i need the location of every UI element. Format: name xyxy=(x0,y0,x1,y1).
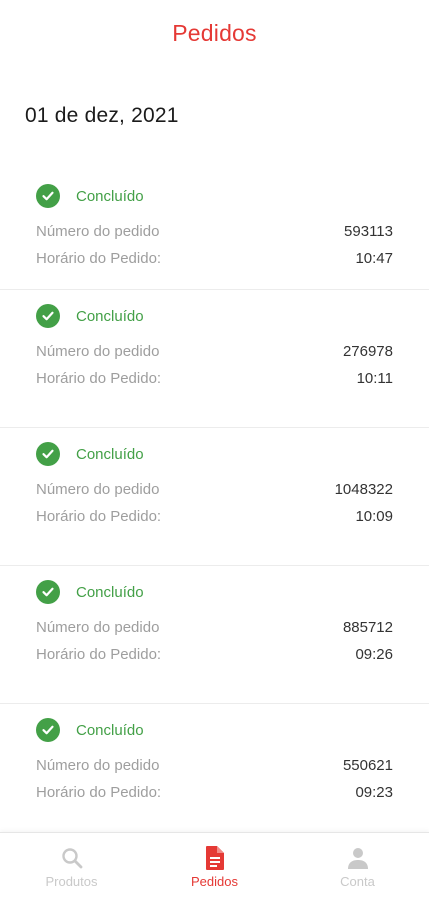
status-row: Concluído xyxy=(36,578,393,606)
status-label: Concluído xyxy=(76,583,144,601)
nav-item-pedidos[interactable]: Pedidos xyxy=(143,833,286,900)
order-number-label: Número do pedido xyxy=(36,481,160,498)
order-time-label: Horário do Pedido: xyxy=(36,646,162,663)
check-circle-icon xyxy=(36,580,60,604)
order-time-row: Horário do Pedido: 10:11 xyxy=(36,365,393,392)
person-icon xyxy=(346,845,370,871)
nav-label: Produtos xyxy=(45,874,98,889)
order-card[interactable]: Concluído Número do pedido 593113 Horári… xyxy=(0,174,429,290)
order-time-value: 10:11 xyxy=(356,370,393,387)
status-row: Concluído xyxy=(36,440,393,468)
date-heading: 01 de dez, 2021 xyxy=(25,104,179,127)
check-circle-icon xyxy=(36,718,60,742)
order-number-row: Número do pedido 276978 xyxy=(36,338,393,365)
orders-list: Concluído Número do pedido 593113 Horári… xyxy=(0,174,429,842)
order-number-row: Número do pedido 593113 xyxy=(36,218,393,245)
order-number-row: Número do pedido 1048322 xyxy=(36,476,393,503)
status-row: Concluído xyxy=(36,182,393,210)
bottom-nav: Produtos Pedidos Conta xyxy=(0,832,429,900)
order-time-row: Horário do Pedido: 09:26 xyxy=(36,641,393,668)
order-time-row: Horário do Pedido: 10:47 xyxy=(36,245,393,272)
order-time-row: Horário do Pedido: 10:09 xyxy=(36,503,393,530)
order-time-value: 10:47 xyxy=(355,250,393,267)
order-number-value: 276978 xyxy=(342,343,393,360)
status-label: Concluído xyxy=(76,307,144,325)
status-label: Concluído xyxy=(76,187,144,205)
order-time-label: Horário do Pedido: xyxy=(36,250,162,267)
order-time-label: Horário do Pedido: xyxy=(36,784,162,801)
check-circle-icon xyxy=(36,184,60,208)
order-number-label: Número do pedido xyxy=(36,343,160,360)
order-number-label: Número do pedido xyxy=(36,223,160,240)
app-root: Pedidos 01 de dez, 2021 Concluído Número… xyxy=(0,0,429,900)
check-circle-icon xyxy=(36,304,60,328)
order-card[interactable]: Concluído Número do pedido 550621 Horári… xyxy=(0,704,429,842)
search-icon xyxy=(60,845,84,871)
order-time-label: Horário do Pedido: xyxy=(36,508,162,525)
order-time-label: Horário do Pedido: xyxy=(36,370,162,387)
header: Pedidos xyxy=(0,0,429,66)
document-icon xyxy=(204,845,226,871)
order-number-value: 593113 xyxy=(344,223,393,240)
status-label: Concluído xyxy=(76,445,144,463)
status-row: Concluído xyxy=(36,716,393,744)
page-title: Pedidos xyxy=(172,19,257,46)
order-time-value: 09:23 xyxy=(355,784,393,801)
status-label: Concluído xyxy=(76,721,144,739)
nav-label: Conta xyxy=(340,874,375,889)
nav-item-produtos[interactable]: Produtos xyxy=(0,833,143,900)
order-number-row: Número do pedido 550621 xyxy=(36,752,393,779)
check-circle-icon xyxy=(36,442,60,466)
order-card[interactable]: Concluído Número do pedido 1048322 Horár… xyxy=(0,428,429,566)
order-card[interactable]: Concluído Número do pedido 885712 Horári… xyxy=(0,566,429,704)
order-number-value: 550621 xyxy=(342,757,393,774)
order-number-value: 885712 xyxy=(342,619,393,636)
order-number-label: Número do pedido xyxy=(36,757,160,774)
order-time-value: 10:09 xyxy=(355,508,393,525)
order-card[interactable]: Concluído Número do pedido 276978 Horári… xyxy=(0,290,429,428)
order-time-row: Horário do Pedido: 09:23 xyxy=(36,779,393,806)
order-number-row: Número do pedido 885712 xyxy=(36,614,393,641)
nav-label: Pedidos xyxy=(191,874,238,889)
order-number-label: Número do pedido xyxy=(36,619,160,636)
nav-item-conta[interactable]: Conta xyxy=(286,833,429,900)
order-number-value: 1048322 xyxy=(334,481,393,498)
status-row: Concluído xyxy=(36,302,393,330)
order-time-value: 09:26 xyxy=(355,646,393,663)
